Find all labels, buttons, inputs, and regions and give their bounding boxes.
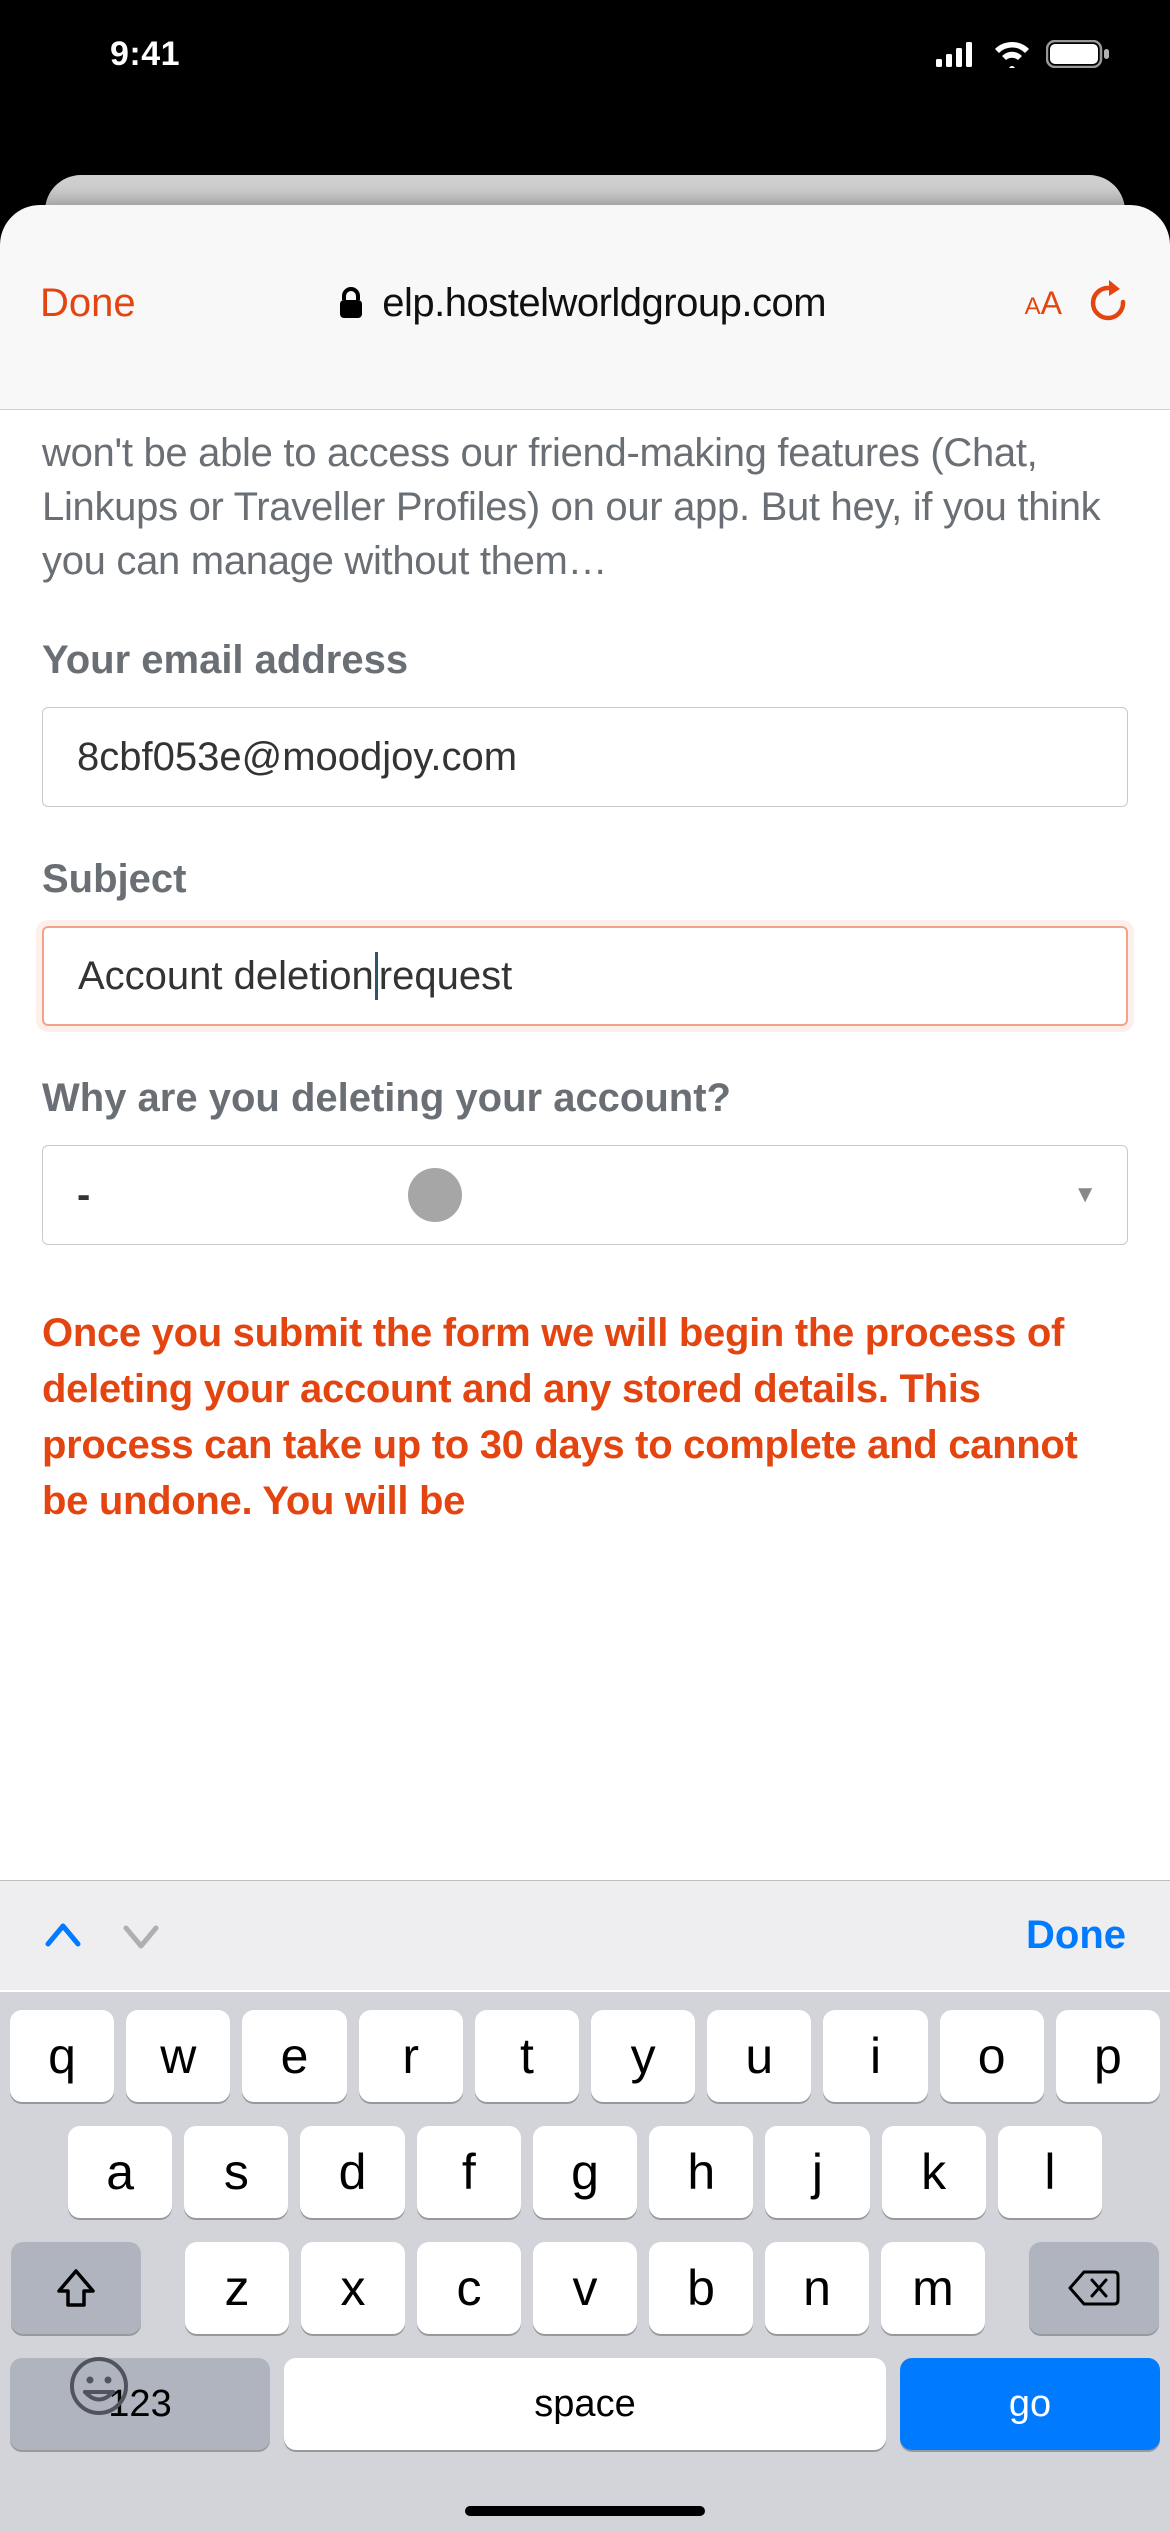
key-w[interactable]: w xyxy=(126,2010,230,2102)
emoji-icon xyxy=(68,2355,130,2417)
key-t[interactable]: t xyxy=(475,2010,579,2102)
key-h[interactable]: h xyxy=(649,2126,753,2218)
keyboard-accessory-bar: Done xyxy=(0,1880,1170,1990)
loading-dot-icon xyxy=(408,1168,462,1222)
keyboard: q w e r t y u i o p a s d f g h j k l z … xyxy=(0,1992,1170,2532)
key-r[interactable]: r xyxy=(359,2010,463,2102)
key-f[interactable]: f xyxy=(417,2126,521,2218)
key-a[interactable]: a xyxy=(68,2126,172,2218)
keyboard-row-3: z x c v b n m xyxy=(10,2242,1160,2334)
text-cursor xyxy=(375,952,378,1000)
text-size-button[interactable]: AA xyxy=(1025,285,1062,322)
emoji-button[interactable] xyxy=(68,2355,130,2422)
key-q[interactable]: q xyxy=(10,2010,114,2102)
subject-label: Subject xyxy=(42,857,1128,902)
key-c[interactable]: c xyxy=(417,2242,521,2334)
subject-value-part1: Account deletion xyxy=(78,954,374,999)
key-o[interactable]: o xyxy=(940,2010,1044,2102)
browser-done-button[interactable]: Done xyxy=(40,281,136,326)
space-key[interactable]: space xyxy=(284,2358,886,2450)
lock-icon xyxy=(338,286,364,320)
cellular-icon xyxy=(936,41,978,67)
key-l[interactable]: l xyxy=(998,2126,1102,2218)
status-bar: 9:41 xyxy=(0,0,1170,100)
shift-key[interactable] xyxy=(11,2242,141,2334)
email-field[interactable]: 8cbf053e@moodjoy.com xyxy=(42,707,1128,807)
status-time: 9:41 xyxy=(110,35,180,74)
intro-paragraph: won't be able to access our friend-makin… xyxy=(42,426,1128,588)
reason-value: - xyxy=(77,1173,90,1218)
subject-value-part2: request xyxy=(379,954,512,999)
reason-label: Why are you deleting your account? xyxy=(42,1076,1128,1121)
key-d[interactable]: d xyxy=(300,2126,404,2218)
status-indicators xyxy=(936,40,1110,68)
key-m[interactable]: m xyxy=(881,2242,985,2334)
address-bar[interactable]: elp.hostelworldgroup.com xyxy=(176,281,989,326)
keyboard-row-1: q w e r t y u i o p xyxy=(10,2010,1160,2102)
email-label: Your email address xyxy=(42,638,1128,683)
numeric-key[interactable]: 123 xyxy=(10,2358,270,2450)
key-x[interactable]: x xyxy=(301,2242,405,2334)
browser-toolbar: Done elp.hostelworldgroup.com AA xyxy=(0,205,1170,410)
key-b[interactable]: b xyxy=(649,2242,753,2334)
form-prev-button[interactable] xyxy=(44,1914,82,1958)
key-p[interactable]: p xyxy=(1056,2010,1160,2102)
keyboard-done-button[interactable]: Done xyxy=(1026,1913,1126,1958)
key-e[interactable]: e xyxy=(242,2010,346,2102)
url-text: elp.hostelworldgroup.com xyxy=(382,281,826,326)
key-u[interactable]: u xyxy=(707,2010,811,2102)
battery-icon xyxy=(1046,40,1110,68)
refresh-icon[interactable] xyxy=(1088,280,1130,326)
keyboard-row-2: a s d f g h j k l xyxy=(10,2126,1160,2218)
go-key[interactable]: go xyxy=(900,2358,1160,2450)
keyboard-row-4: 123 space go xyxy=(10,2358,1160,2450)
chevron-down-icon: ▼ xyxy=(1073,1181,1097,1209)
home-indicator[interactable] xyxy=(465,2506,705,2516)
email-value: 8cbf053e@moodjoy.com xyxy=(77,735,517,780)
key-j[interactable]: j xyxy=(765,2126,869,2218)
key-n[interactable]: n xyxy=(765,2242,869,2334)
key-g[interactable]: g xyxy=(533,2126,637,2218)
shift-icon xyxy=(53,2265,99,2311)
key-s[interactable]: s xyxy=(184,2126,288,2218)
reason-select[interactable]: - ▼ xyxy=(42,1145,1128,1245)
subject-field[interactable]: Account deletion request xyxy=(42,926,1128,1026)
form-next-button[interactable] xyxy=(122,1914,160,1958)
wifi-icon xyxy=(992,40,1032,68)
backspace-key[interactable] xyxy=(1029,2242,1159,2334)
key-v[interactable]: v xyxy=(533,2242,637,2334)
key-k[interactable]: k xyxy=(882,2126,986,2218)
warning-paragraph: Once you submit the form we will begin t… xyxy=(42,1305,1128,1529)
key-y[interactable]: y xyxy=(591,2010,695,2102)
key-z[interactable]: z xyxy=(185,2242,289,2334)
backspace-icon xyxy=(1068,2268,1120,2308)
key-i[interactable]: i xyxy=(823,2010,927,2102)
